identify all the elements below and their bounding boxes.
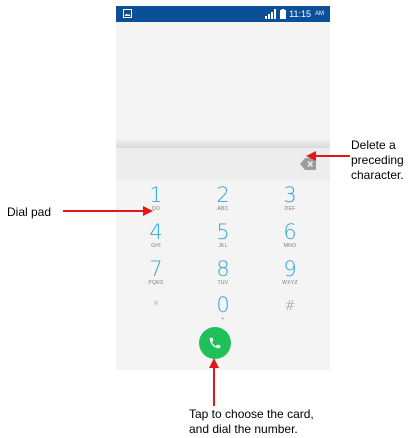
key-digit: 3 <box>283 183 297 207</box>
dialpad-arrow <box>63 206 153 216</box>
phone-icon <box>209 337 221 349</box>
signal-icon <box>265 9 277 19</box>
key-hash[interactable]: # <box>260 294 320 338</box>
annotation-line: preceding <box>351 153 404 167</box>
delete-arrow <box>306 151 350 161</box>
key-letters: TUV <box>217 280 229 286</box>
key-digit: 8 <box>216 257 230 281</box>
key-digit: 9 <box>283 257 297 281</box>
key-digit: 5 <box>216 220 230 244</box>
call-arrow <box>209 358 219 406</box>
key-letters: MNO <box>283 243 297 249</box>
key-digit: # <box>284 299 296 314</box>
status-time: 11:15 <box>289 9 311 19</box>
key-letters: WXYZ <box>282 280 298 286</box>
call-button[interactable] <box>199 327 231 359</box>
dialpad-divider <box>116 139 330 148</box>
key-digit: 4 <box>149 220 163 244</box>
key-letters: GHI <box>151 243 161 249</box>
key-digit: 1 <box>149 183 163 207</box>
key-digit: 2 <box>216 183 230 207</box>
key-star[interactable]: * <box>126 294 186 338</box>
key-digit: 6 <box>283 220 297 244</box>
key-digit: 0 <box>216 293 230 317</box>
dialpad-annotation: Dial pad <box>7 205 52 219</box>
key-letters: ABC <box>217 206 229 212</box>
key-letters: DEF <box>284 206 296 212</box>
key-letters: PQRS <box>148 280 164 286</box>
gallery-notification-icon <box>123 9 132 18</box>
phone-screen: 11:15 AM 1 QO 2 ABC 3 DEF 4 GHI 5 JKL 6 … <box>116 6 330 370</box>
number-entry-field[interactable] <box>116 148 330 180</box>
battery-icon <box>280 9 287 19</box>
annotation-line: and dial the number. <box>189 422 298 436</box>
status-bar: 11:15 AM <box>116 6 330 22</box>
key-letters: + <box>221 316 225 322</box>
annotation-line: Tap to choose the card, <box>189 407 314 421</box>
delete-annotation: Delete a preceding character. <box>351 138 404 183</box>
annotation-line: Delete a <box>351 138 396 152</box>
call-log-area <box>116 22 330 140</box>
key-digit: 7 <box>149 257 163 281</box>
status-ampm: AM <box>315 11 324 17</box>
call-annotation: Tap to choose the card, and dial the num… <box>189 407 314 437</box>
key-digit: * <box>152 299 160 314</box>
annotation-line: character. <box>351 168 404 182</box>
key-letters: JKL <box>218 243 228 249</box>
